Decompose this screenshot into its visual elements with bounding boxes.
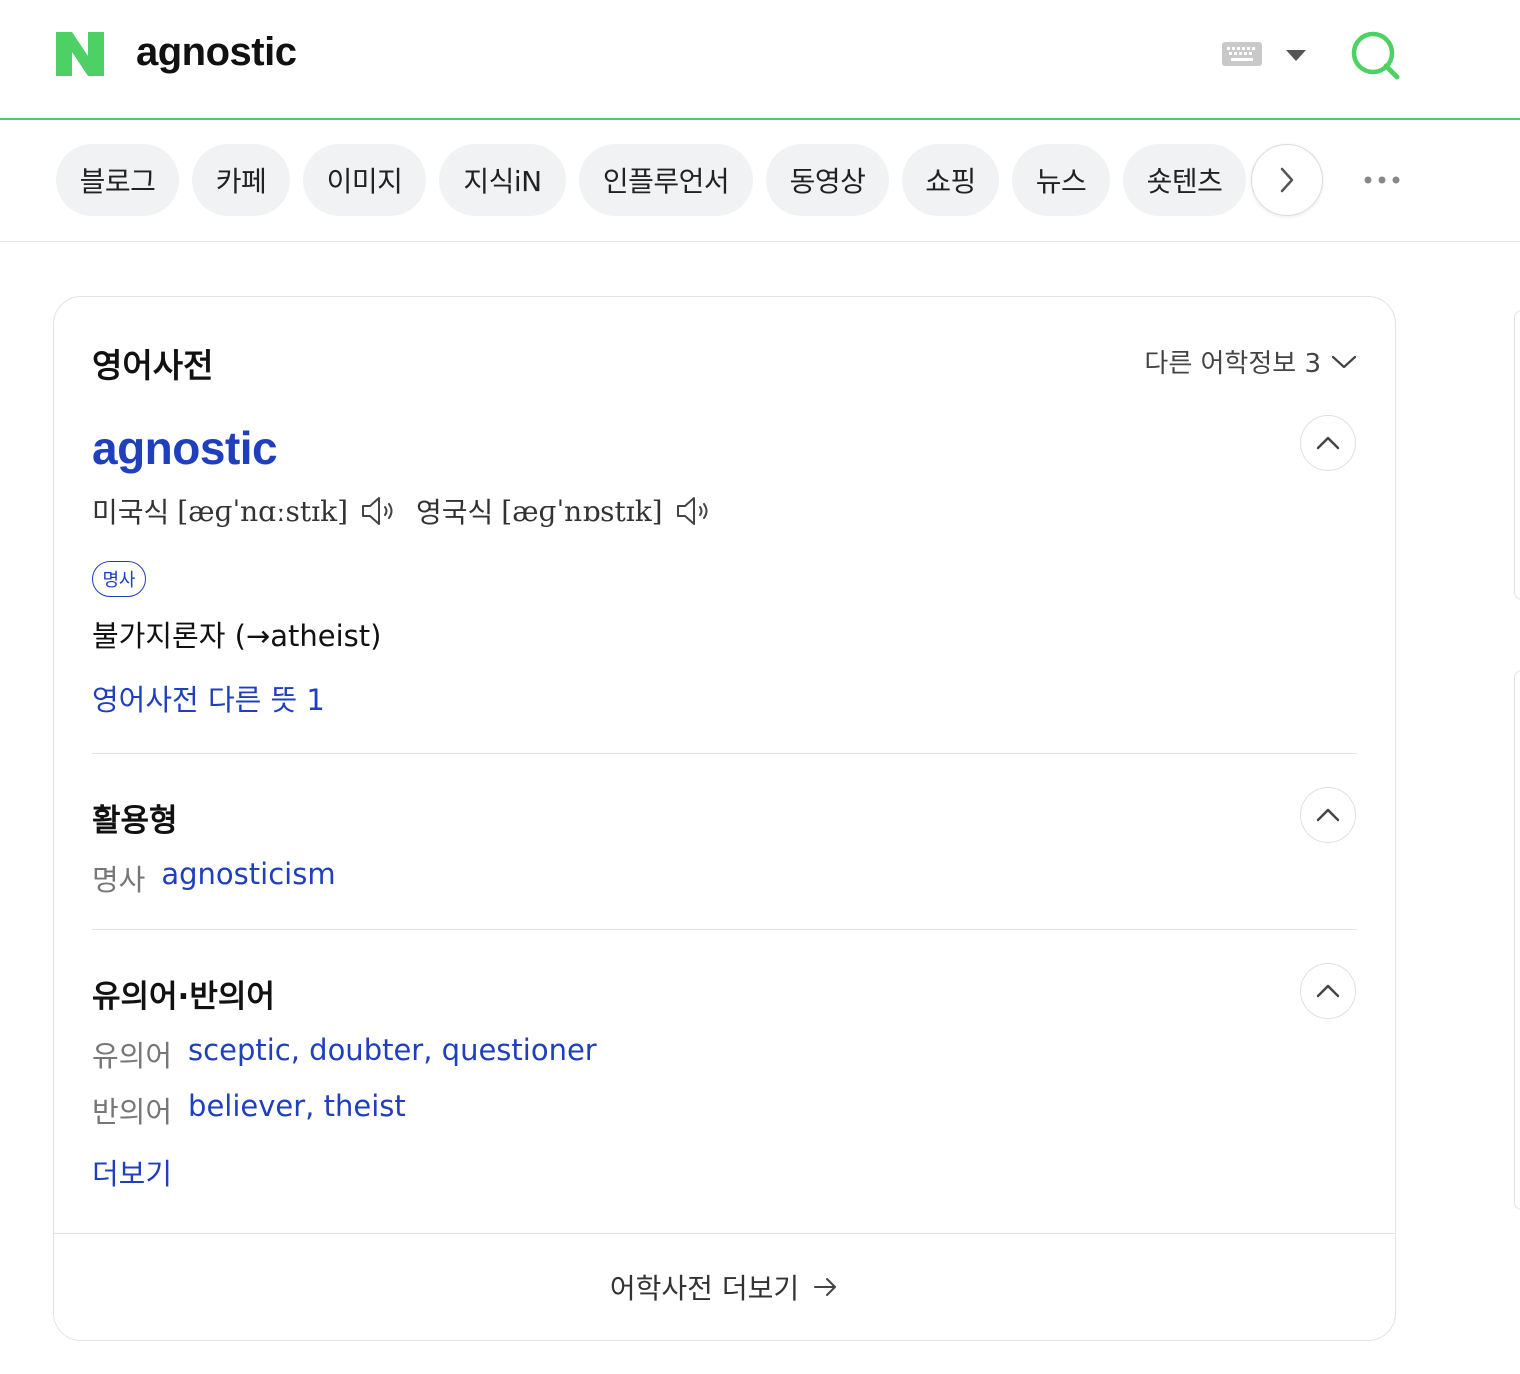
pron-label-uk: 영국식 xyxy=(416,496,494,529)
tabs-next-button[interactable] xyxy=(1251,144,1323,216)
antonym-key: 반의어 xyxy=(92,1095,173,1129)
category-tabs: 블로그 카페 이미지 지식iN 인플루언서 동영상 쇼핑 뉴스 숏텐츠 xyxy=(0,120,1520,242)
tab-image[interactable]: 이미지 xyxy=(303,144,426,216)
pronunciation-row: 미국식 [æɡˈnɑːstɪk] 영국식 [æɡˈnɒstɪk] xyxy=(92,491,731,531)
headword-link[interactable]: agnostic xyxy=(92,421,278,475)
inflection-value-link[interactable]: agnosticism xyxy=(161,857,335,899)
inflection-key: 명사 xyxy=(92,863,146,897)
chevron-right-icon xyxy=(1280,167,1294,193)
side-card-edge xyxy=(1514,670,1520,1210)
synonym-row: 유의어 sceptic, doubter, questioner xyxy=(92,1033,597,1075)
footer-divider xyxy=(54,1233,1395,1234)
part-of-speech-badge: 명사 xyxy=(92,561,146,597)
tab-shopping[interactable]: 쇼핑 xyxy=(902,144,999,216)
other-meaning-link[interactable]: 영어사전 다른 뜻 1 xyxy=(92,677,325,719)
tab-video[interactable]: 동영상 xyxy=(766,144,889,216)
inflection-title: 활용형 xyxy=(92,803,178,839)
search-header: agnostic xyxy=(0,0,1520,120)
tab-shortents[interactable]: 숏텐츠 xyxy=(1123,144,1246,216)
tab-news[interactable]: 뉴스 xyxy=(1012,144,1110,216)
chevron-up-icon xyxy=(1316,808,1340,822)
caret-down-icon[interactable] xyxy=(1286,50,1306,62)
tab-influencer[interactable]: 인플루언서 xyxy=(579,144,753,216)
pron-label-us: 미국식 xyxy=(92,496,170,529)
antonym-row: 반의어 believer, theist xyxy=(92,1089,406,1131)
section-divider xyxy=(92,753,1357,754)
definition-text: 불가지론자 (→atheist) xyxy=(92,619,382,653)
side-card-edge xyxy=(1514,310,1520,600)
tab-cafe[interactable]: 카페 xyxy=(192,144,290,216)
speaker-icon[interactable] xyxy=(360,495,398,527)
tab-blog[interactable]: 블로그 xyxy=(56,144,179,216)
collapse-synonyms-button[interactable] xyxy=(1300,963,1356,1019)
tab-kin[interactable]: 지식iN xyxy=(439,144,566,216)
chevron-up-icon xyxy=(1316,984,1340,998)
inflection-row: 명사 agnosticism xyxy=(92,857,336,899)
other-info-label: 다른 어학정보 3 xyxy=(1144,349,1321,379)
synonym-antonym-title: 유의어·반의어 xyxy=(92,979,275,1015)
more-link[interactable]: 더보기 xyxy=(92,1151,172,1193)
pron-ipa-us: [æɡˈnɑːstɪk] xyxy=(177,494,349,528)
arrow-right-icon xyxy=(814,1278,837,1296)
chevron-up-icon xyxy=(1316,436,1340,450)
synonym-key: 유의어 xyxy=(92,1039,173,1073)
other-language-info-dropdown[interactable]: 다른 어학정보 3 xyxy=(1144,343,1357,380)
more-dots-icon[interactable] xyxy=(1360,170,1404,190)
collapse-inflection-button[interactable] xyxy=(1300,787,1356,843)
dictionary-more-button[interactable]: 어학사전 더보기 xyxy=(54,1267,1395,1307)
speaker-icon[interactable] xyxy=(675,495,713,527)
keyboard-icon[interactable] xyxy=(1222,42,1262,66)
search-query-text[interactable]: agnostic xyxy=(136,30,297,75)
search-icon[interactable] xyxy=(1350,30,1402,80)
english-dictionary-card: 영어사전 다른 어학정보 3 agnostic 미국식 [æɡˈnɑːstɪk]… xyxy=(53,296,1396,1341)
synonym-values-link[interactable]: sceptic, doubter, questioner xyxy=(188,1033,597,1075)
naver-logo-icon[interactable] xyxy=(56,32,104,76)
pron-ipa-uk: [æɡˈnɒstɪk] xyxy=(501,494,663,528)
card-title: 영어사전 xyxy=(92,346,214,385)
collapse-meaning-button[interactable] xyxy=(1300,415,1356,471)
chevron-down-icon xyxy=(1331,355,1357,368)
dictionary-more-label: 어학사전 더보기 xyxy=(609,1272,800,1305)
section-divider xyxy=(92,929,1357,930)
antonym-values-link[interactable]: believer, theist xyxy=(188,1089,406,1131)
